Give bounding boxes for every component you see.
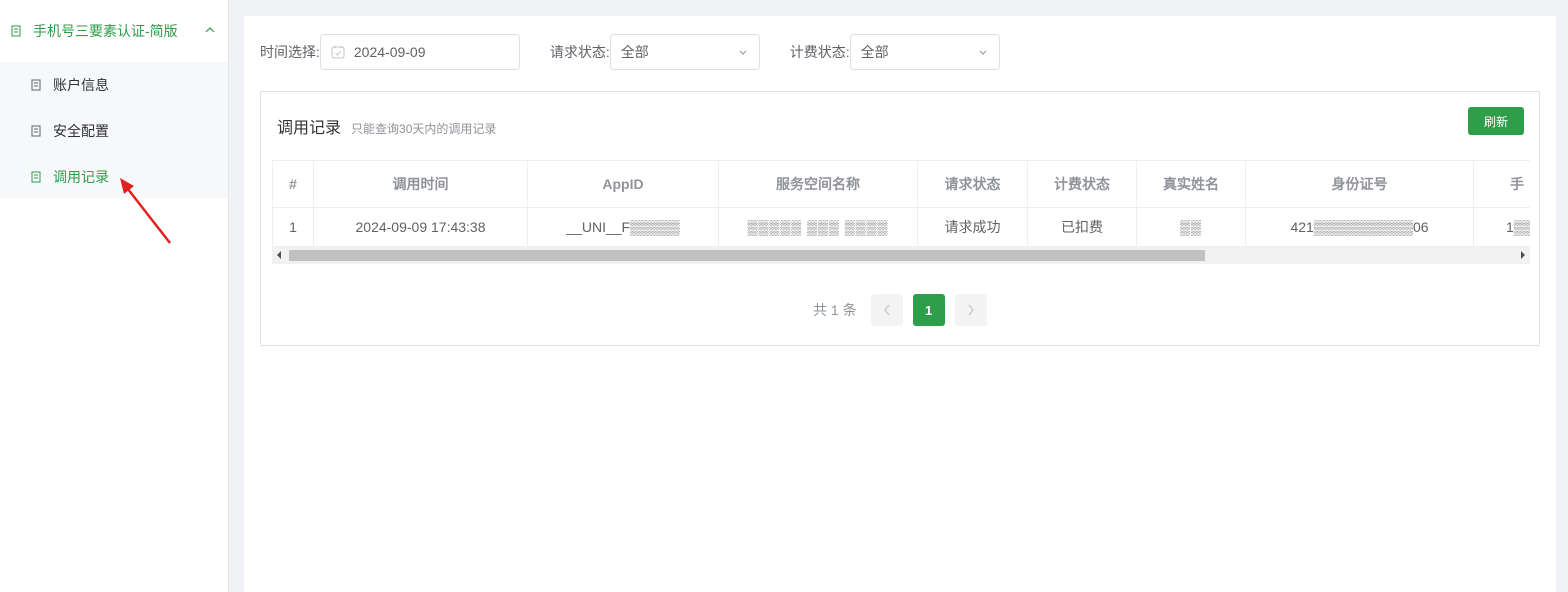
table-header-cell: 真实姓名 — [1137, 161, 1246, 207]
date-filter-label: 时间选择: — [260, 44, 320, 60]
submenu: 账户信息 安全配置 调用记录 — [0, 62, 228, 198]
panel-title: 调用记录 — [277, 120, 342, 137]
table-cell: ▒▒ — [1137, 208, 1246, 246]
table-header: # 调用时间 AppID 服务空间名称 请求状态 计费状态 真实姓名 身份证号 … — [273, 160, 1530, 208]
sidebar-item-call-records[interactable]: 调用记录 — [0, 154, 228, 200]
prev-page-button[interactable] — [870, 294, 903, 326]
document-icon — [31, 171, 41, 182]
document-icon — [31, 125, 41, 136]
filter-bar: 时间选择: 2024-09-09 请求状态: 全部 计费状态: 全部 — [260, 34, 1030, 70]
table-cell: 已扣费 — [1028, 208, 1137, 246]
chevron-down-icon — [979, 50, 987, 55]
menu-group-phone-verify[interactable]: 手机号三要素认证-简版 — [0, 0, 228, 62]
sidebar-item-label: 调用记录 — [53, 169, 109, 185]
sidebar-item-security-config[interactable]: 安全配置 — [0, 108, 228, 154]
panel-header: 调用记录 只能查询30天内的调用记录 — [277, 114, 496, 138]
table-cell: ▒▒▒▒▒ ▒▒▒ ▒▒▒▒ — [719, 208, 918, 246]
chevron-left-icon — [883, 304, 890, 316]
annotation-arrow-icon — [120, 178, 171, 244]
chevron-right-icon — [968, 304, 974, 316]
table-cell: 421▒▒▒▒▒▒▒▒▒▒06 — [1246, 208, 1474, 246]
document-icon — [31, 79, 41, 90]
horizontal-scrollbar[interactable] — [272, 247, 1530, 264]
table-header-cell: 计费状态 — [1028, 161, 1137, 207]
table-header-cell: 手 — [1474, 161, 1530, 207]
document-icon — [11, 25, 21, 36]
scroll-left-icon[interactable] — [277, 251, 281, 259]
date-picker[interactable]: 2024-09-09 — [319, 34, 520, 70]
date-value: 2024-09-09 — [353, 44, 426, 60]
scroll-thumb[interactable] — [289, 250, 1205, 261]
calendar-icon — [331, 46, 345, 59]
billing-status-value: 全部 — [860, 44, 889, 60]
request-status-value: 全部 — [620, 44, 649, 60]
table-header-cell: AppID — [528, 161, 719, 207]
table-header-cell: # — [273, 161, 314, 207]
table-header-cell: 身份证号 — [1246, 161, 1474, 207]
table-cell: 请求成功 — [918, 208, 1028, 246]
sidebar-item-label: 账户信息 — [53, 77, 109, 93]
table-header-cell: 请求状态 — [918, 161, 1028, 207]
table-cell: 1▒▒ — [1474, 208, 1530, 246]
table-header-cell: 调用时间 — [314, 161, 528, 207]
table-cell: 2024-09-09 17:43:38 — [314, 208, 528, 246]
panel-subtitle: 只能查询30天内的调用记录 — [351, 122, 497, 136]
table-cell: 1 — [273, 208, 314, 246]
sidebar-item-label: 安全配置 — [53, 123, 109, 139]
chevron-up-icon[interactable] — [204, 24, 216, 36]
sidebar-item-account-info[interactable]: 账户信息 — [0, 62, 228, 108]
pagination: 共 1 条 1 — [813, 294, 997, 326]
chevron-down-icon — [739, 50, 747, 55]
billing-status-select[interactable]: 全部 — [849, 34, 1000, 70]
request-status-select[interactable]: 全部 — [609, 34, 760, 70]
table-header-cell: 服务空间名称 — [719, 161, 918, 207]
menu-group-label: 手机号三要素认证-简版 — [33, 23, 178, 39]
table-row: 1 2024-09-09 17:43:38 __UNI__F▒▒▒▒▒ ▒▒▒▒… — [273, 208, 1530, 247]
billing-status-label: 计费状态: — [789, 44, 850, 60]
table-cell: __UNI__F▒▒▒▒▒ — [528, 208, 719, 246]
scroll-right-icon[interactable] — [1521, 251, 1525, 259]
main-content: 时间选择: 2024-09-09 请求状态: 全部 计费状态: 全部 调用记录 — [244, 16, 1556, 592]
records-panel: 调用记录 只能查询30天内的调用记录 刷新 # 调用时间 AppID 服务空间名… — [260, 91, 1540, 346]
pagination-total: 共 1 条 — [813, 302, 857, 318]
refresh-button[interactable]: 刷新 — [1468, 107, 1524, 135]
sidebar: 手机号三要素认证-简版 账户信息 安全配置 调用记录 — [0, 0, 229, 592]
page-button-current[interactable]: 1 — [912, 294, 945, 326]
next-page-button[interactable] — [954, 294, 987, 326]
request-status-label: 请求状态: — [549, 44, 610, 60]
